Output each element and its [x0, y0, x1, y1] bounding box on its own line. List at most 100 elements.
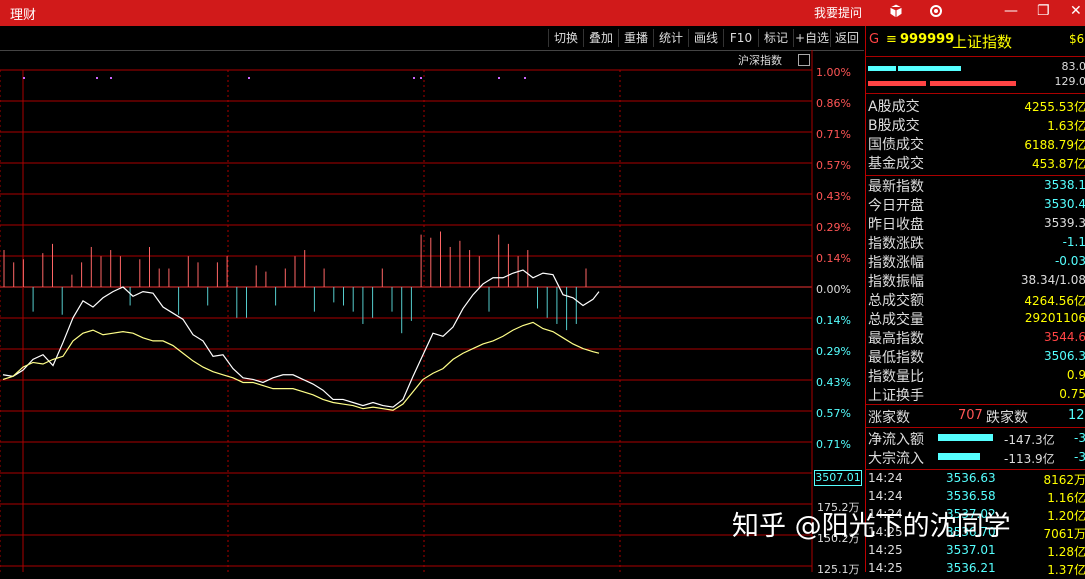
flow-label: 大宗流入 [868, 448, 924, 468]
row-label: 今日开盘 [868, 195, 924, 215]
row-label: 总成交额 [868, 290, 924, 310]
trade-volume: 1.20亿 [1047, 507, 1085, 524]
y-tick-label: 0.57% [816, 159, 851, 172]
event-marker [413, 77, 415, 79]
y-tick-label: 0.14% [816, 252, 851, 265]
trade-volume: 8162万 [1043, 471, 1085, 488]
menu-icon[interactable]: ≡ [886, 32, 897, 47]
row-value: 38.34/1.08 [1021, 273, 1085, 287]
row-label: 指数振幅 [868, 271, 924, 291]
row-label: 上证换手 [868, 385, 924, 405]
down-bar [930, 81, 1016, 86]
y-tick-label: 0.71% [816, 128, 851, 141]
intraday-chart[interactable] [0, 50, 864, 572]
trade-volume: 1.16亿 [1047, 489, 1085, 506]
overlay-button[interactable]: 叠加 [583, 29, 618, 47]
stat-row: 指数涨幅-0.03 [868, 252, 1085, 271]
row-value: 3506.3 [1044, 349, 1085, 363]
stat-row: 指数涨跌-1.1 [868, 233, 1085, 252]
row-label: 基金成交 [868, 153, 924, 173]
mark-button[interactable]: 标记 [758, 29, 793, 47]
y-tick-label: 0.71% [816, 438, 851, 451]
trade-price: 3537.01 [946, 543, 996, 557]
row-value: 3530.4 [1044, 197, 1085, 211]
up-small-count: 83.0 [1062, 60, 1085, 73]
y-tick-label: 0.29% [816, 221, 851, 234]
event-marker [23, 77, 25, 79]
gear-icon[interactable] [928, 3, 944, 23]
flow-bar [938, 434, 993, 441]
row-value: 3538.1 [1044, 178, 1085, 192]
trade-volume: 7061万 [1043, 525, 1085, 542]
stats-button[interactable]: 统计 [653, 29, 688, 47]
flow-value: -147.3亿 [1004, 431, 1055, 448]
row-label: 指数量比 [868, 366, 924, 386]
row-value: 3539.3 [1044, 216, 1085, 230]
ask-question-link[interactable]: 我要提问 [814, 4, 862, 21]
event-marker [498, 77, 500, 79]
stat-row: 总成交额4264.56亿 [868, 290, 1085, 309]
add-watchlist-button[interactable]: +自选 [793, 29, 830, 47]
back-button[interactable]: 返回 [830, 29, 863, 47]
row-value: 29201106 [1025, 311, 1085, 325]
trade-time: 14:24 [868, 489, 903, 503]
stat-row: 最低指数 3506.3 [868, 347, 1085, 366]
y-tick-label: 0.86% [816, 97, 851, 110]
flow-value: -113.9亿 [1004, 450, 1055, 467]
trade-volume: 1.37亿 [1047, 561, 1085, 578]
maximize-icon[interactable]: ❐ [1037, 3, 1050, 19]
row-label: 最新指数 [868, 176, 924, 196]
flow-bar [938, 453, 980, 460]
row-value: 6188.79亿 [1024, 136, 1085, 153]
row-value: 3544.6 [1044, 330, 1085, 344]
event-marker [524, 77, 526, 79]
y-tick-label: 0.57% [816, 407, 851, 420]
volume-tick: 125.1万 [817, 561, 860, 577]
current-price-box: 3507.01 [814, 470, 862, 486]
stat-row: 昨日收盘 3539.3 [868, 214, 1085, 233]
up-bar [898, 66, 961, 71]
draw-line-button[interactable]: 画线 [688, 29, 723, 47]
trade-row: 14:243536.638162万 [866, 471, 1085, 489]
trade-row: 14:25 3536.21 1.37亿 [866, 561, 1085, 579]
replay-button[interactable]: 重播 [618, 29, 653, 47]
cube-icon[interactable] [888, 3, 904, 23]
row-value: 0.75 [1059, 387, 1085, 401]
stat-row: 总成交量29201106 [868, 309, 1085, 328]
stat-row: 最高指数3544.6 [868, 328, 1085, 347]
row-value: -0.03 [1055, 254, 1085, 268]
f10-button[interactable]: F10 [723, 29, 758, 47]
turnover-row: B股成交1.63亿 [868, 115, 1085, 134]
close-icon[interactable]: ✕ [1070, 3, 1082, 19]
flow-row: 大宗流入-113.9亿-3 [868, 448, 1085, 467]
row-value: 453.87亿 [1032, 155, 1085, 172]
stock-name: 上证指数 [952, 31, 1012, 52]
flow-value-2: -3 [1074, 431, 1085, 445]
top-value: $6 [1069, 32, 1084, 46]
minimize-icon[interactable]: — [1004, 3, 1018, 19]
trade-price: 3536.63 [946, 471, 996, 485]
row-label: 最低指数 [868, 347, 924, 367]
trade-time: 14:25 [868, 543, 903, 557]
legend-toggle-icon[interactable] [798, 54, 810, 66]
event-marker [96, 77, 98, 79]
trade-price: 3536.21 [946, 561, 996, 575]
stat-row: 今日开盘 3530.4 [868, 195, 1085, 214]
trade-row: 14:253537.011.28亿 [866, 543, 1085, 561]
up-count-value: 707 [958, 408, 983, 423]
title-bar: 理财 我要提问 — ❐ ✕ [0, 0, 1085, 26]
trade-time: 14:25 [868, 561, 903, 575]
down-bar [868, 81, 926, 86]
row-value: 4255.53亿 [1024, 98, 1085, 115]
turnover-row: 国债成交6188.79亿 [868, 134, 1085, 153]
up-bar [868, 66, 896, 71]
stat-row: 最新指数 3538.1 [868, 176, 1085, 195]
row-label: 昨日收盘 [868, 214, 924, 234]
down-small-count: 129.0 [1055, 75, 1085, 88]
switch-button[interactable]: 切换 [548, 29, 583, 47]
down-count-label: 跌家数 [986, 407, 1028, 427]
stock-code: 999999 [900, 32, 954, 47]
stat-row: 上证换手 0.75 [868, 385, 1085, 404]
y-tick-label: 0.43% [816, 376, 851, 389]
flag-g: G [869, 32, 879, 47]
